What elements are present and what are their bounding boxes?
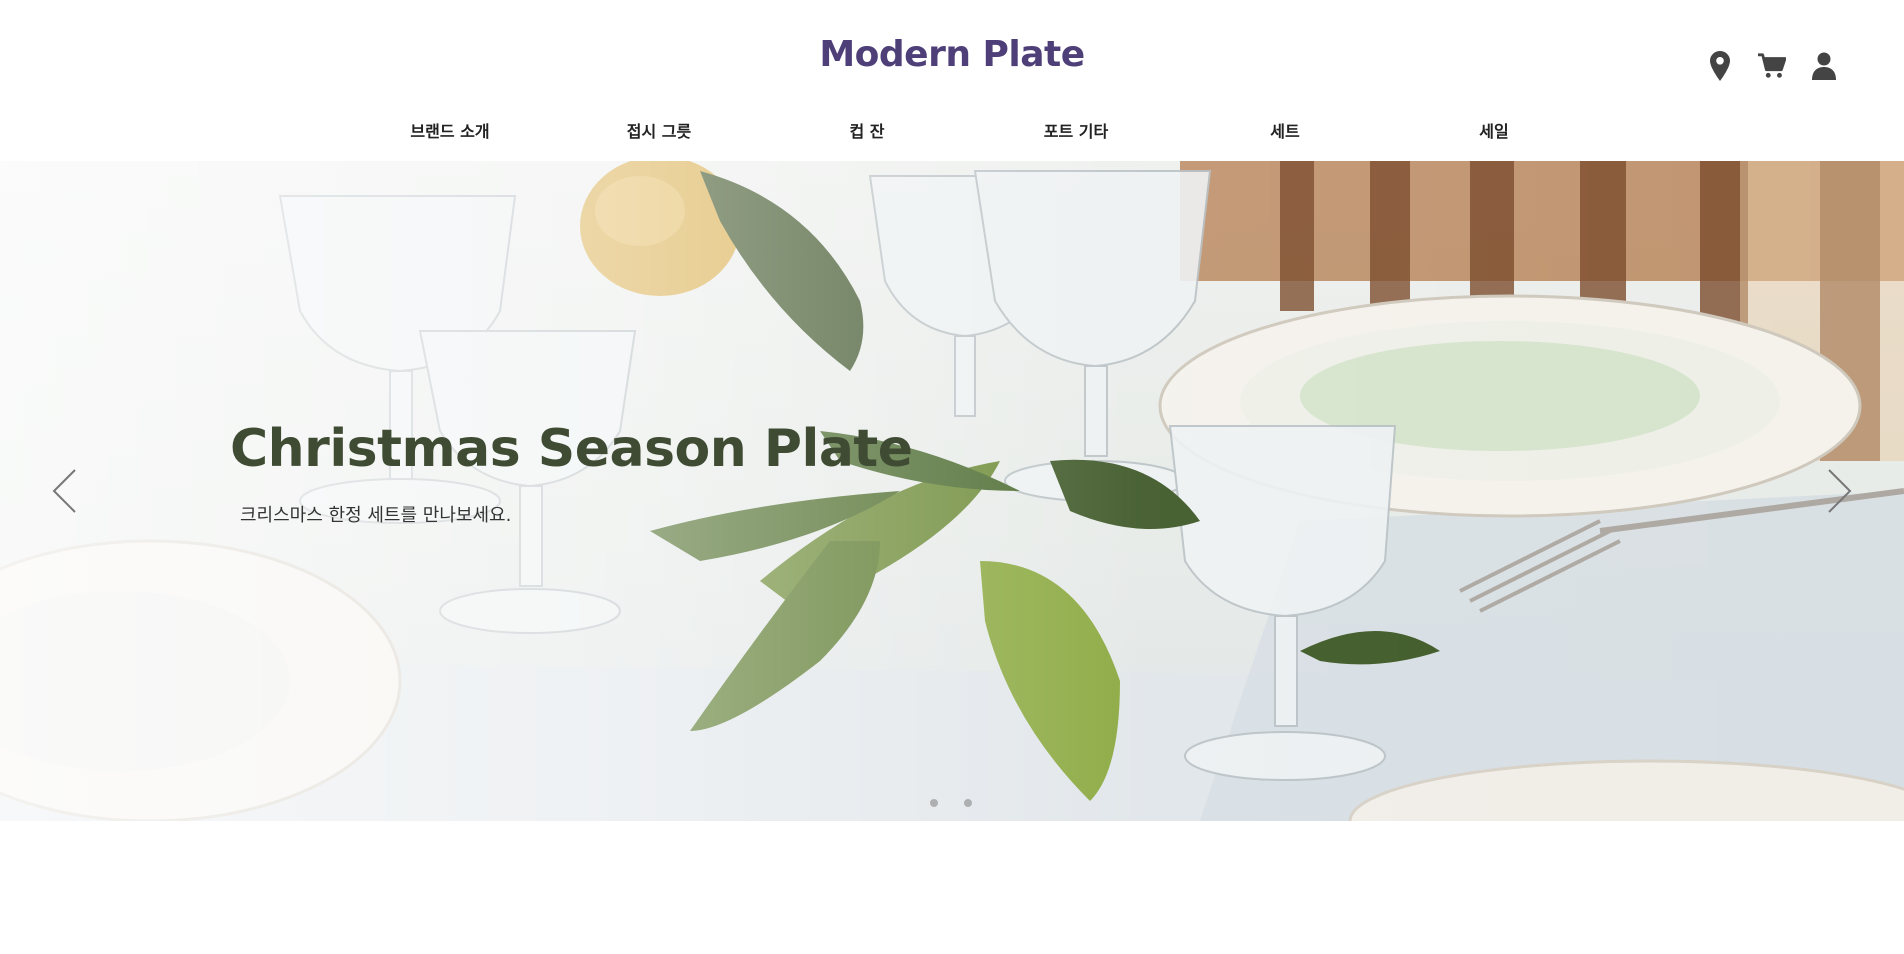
main-nav: 브랜드 소개 접시 그릇 컵 잔 포트 기타 세트 세일 <box>0 118 1904 148</box>
nav-item-plates[interactable]: 접시 그릇 <box>579 118 739 142</box>
chevron-right-icon <box>1828 469 1852 513</box>
slider-prev-button[interactable] <box>44 461 84 521</box>
slider-next-button[interactable] <box>1820 461 1860 521</box>
slider-dot[interactable] <box>964 799 972 807</box>
slider-pagination <box>930 799 972 807</box>
nav-item-brand[interactable]: 브랜드 소개 <box>370 118 530 142</box>
hero-overlay <box>0 161 1904 821</box>
nav-list: 브랜드 소개 접시 그릇 컵 잔 포트 기타 세트 세일 <box>0 118 1904 148</box>
hero-title: Christmas Season Plate <box>230 419 913 479</box>
nav-item-sale[interactable]: 세일 <box>1414 118 1574 142</box>
nav-item-sets[interactable]: 세트 <box>1205 118 1365 142</box>
utility-icons <box>1706 50 1838 82</box>
hero-slider: Christmas Season Plate 크리스마스 한정 세트를 만나보세… <box>0 161 1904 821</box>
nav-item-cups[interactable]: 컵 잔 <box>787 118 947 142</box>
hero-subtitle: 크리스마스 한정 세트를 만나보세요. <box>240 505 512 526</box>
site-header: Modern Plate 브랜드 소개 접시 그릇 컵 잔 포트 기타 세트 세… <box>0 0 1904 161</box>
user-icon[interactable] <box>1810 50 1838 82</box>
site-logo[interactable]: Modern Plate <box>0 34 1904 75</box>
cart-icon[interactable] <box>1758 50 1786 82</box>
chevron-left-icon <box>52 469 76 513</box>
nav-item-pots[interactable]: 포트 기타 <box>996 118 1156 142</box>
slider-dot[interactable] <box>930 799 938 807</box>
map-marker-icon[interactable] <box>1706 50 1734 82</box>
